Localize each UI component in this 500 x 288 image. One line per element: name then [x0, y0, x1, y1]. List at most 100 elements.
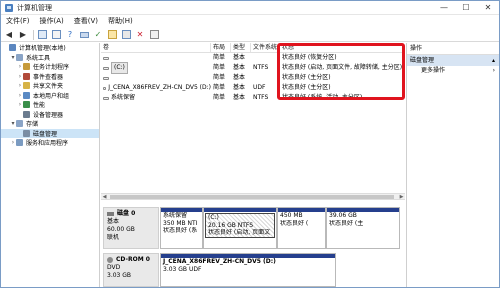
- tree-node-icon: [9, 44, 16, 52]
- actions-header: 操作: [407, 43, 499, 55]
- volume-icon: [103, 86, 107, 90]
- volume-layout: 简单: [213, 54, 226, 61]
- tree-item[interactable]: 设备管理器: [1, 110, 99, 120]
- tree-item-label: 本地用户和组: [33, 92, 70, 100]
- volume-icon: [103, 76, 109, 80]
- horizontal-scrollbar[interactable]: ◀ ▶: [101, 193, 405, 200]
- disk-0-state: 联机: [107, 234, 120, 241]
- volume-type: 基本: [233, 74, 246, 81]
- more-actions-item[interactable]: 更多操作 ›: [407, 66, 499, 76]
- collapse-icon[interactable]: ▴: [492, 55, 495, 66]
- menu-file[interactable]: 文件(F): [1, 16, 35, 26]
- volume-name-cell: J_CENA_X86FREV_ZH-CN_DV5 (D:): [101, 83, 211, 93]
- list-icon[interactable]: [120, 29, 132, 40]
- tree-item-label: 系统工具: [26, 54, 51, 62]
- partition-status: 状态良好 (启动, 页面文: [208, 229, 271, 236]
- partition-status: 状态良好 (系: [163, 227, 198, 234]
- tree-item[interactable]: › 服务和应用程序: [1, 138, 99, 148]
- tree-item[interactable]: › 共享文件夹: [1, 81, 99, 91]
- disk-icon[interactable]: [78, 29, 90, 40]
- properties-icon[interactable]: [50, 29, 62, 40]
- forward-arrow-icon[interactable]: ▶: [17, 29, 29, 40]
- actions-section-disk-management[interactable]: 磁盘管理 ▴: [407, 55, 499, 66]
- more-actions-label: 更多操作: [421, 67, 446, 74]
- tree-node-icon: [23, 110, 30, 118]
- tree-item-label: 计算机管理(本地): [19, 45, 66, 53]
- actions-pane: 操作 磁盘管理 ▴ 更多操作 ›: [406, 43, 499, 287]
- tree-node-icon: [16, 120, 23, 128]
- disk-graphic-area: 磁盘 0 基本 60.00 GB 联机 系统保留 350 MB NTI 状态良好…: [101, 205, 405, 287]
- cdrom-0-kind: DVD: [107, 264, 121, 271]
- partition-c-body: (C:) 20.16 GB NTFS 状态良好 (启动, 页面文: [205, 213, 275, 238]
- tree-item[interactable]: ▾ 系统工具: [1, 53, 99, 63]
- delete-icon[interactable]: ✕: [134, 29, 146, 40]
- tree-item[interactable]: › 本地用户和组: [1, 91, 99, 101]
- disk-0-title: 磁盘 0: [117, 210, 136, 217]
- computer-management-window: 计算机管理 — ☐ ✕ 文件(F) 操作(A) 查看(V) 帮助(H) ◀ ▶ …: [0, 0, 500, 288]
- partition-unlabeled[interactable]: 39.06 GB 状态良好 (主: [326, 207, 400, 249]
- console-tree-icon[interactable]: [36, 29, 48, 40]
- toolbar-separator: [33, 29, 34, 40]
- volume-type: 基本: [233, 94, 246, 101]
- tree-item-label: 共享文件夹: [33, 83, 64, 91]
- close-button[interactable]: ✕: [477, 1, 499, 15]
- maximize-button[interactable]: ☐: [455, 1, 477, 15]
- scroll-thumb[interactable]: [110, 195, 394, 199]
- partition-size: 3.03 GB UDF: [163, 265, 202, 273]
- menu-action[interactable]: 操作(A): [35, 16, 69, 26]
- disk-0-label[interactable]: 磁盘 0 基本 60.00 GB 联机: [103, 207, 159, 249]
- check-icon[interactable]: ✓: [92, 29, 104, 40]
- volume-icon: [103, 56, 109, 60]
- tree-node-icon: [16, 139, 23, 147]
- column-filesystem[interactable]: 文件系统: [251, 43, 280, 52]
- settings-icon[interactable]: [148, 29, 160, 40]
- volume-type: 基本: [233, 64, 246, 71]
- tree-node-icon: [23, 101, 30, 109]
- volume-name: (C:): [111, 62, 128, 74]
- scroll-left-icon[interactable]: ◀: [101, 194, 108, 200]
- menu-help[interactable]: 帮助(H): [103, 16, 138, 26]
- volume-layout: 简单: [213, 84, 226, 91]
- navigation-tree: 计算机管理(本地) ▾ 系统工具 › 任务计划程序 › 事件查看器 › 共享文件夹 › 本地用户和组…: [1, 43, 100, 287]
- tree-node-icon: [16, 53, 23, 61]
- tree-item[interactable]: 计算机管理(本地): [1, 43, 99, 53]
- tree-item[interactable]: › 事件查看器: [1, 72, 99, 82]
- computer-management-icon: [5, 3, 13, 12]
- scroll-right-icon[interactable]: ▶: [398, 194, 405, 200]
- column-volume[interactable]: 卷: [101, 43, 211, 52]
- volume-layout: 简单: [213, 74, 226, 81]
- tree-item[interactable]: 磁盘管理: [1, 128, 99, 138]
- window-controls: — ☐ ✕: [433, 1, 499, 15]
- tree-node-icon: [23, 91, 30, 99]
- partition-system-reserved[interactable]: 系统保留 350 MB NTI 状态良好 (系: [160, 207, 203, 249]
- disk-0-size: 60.00 GB: [107, 226, 135, 233]
- column-layout[interactable]: 布局: [211, 43, 231, 52]
- disk-management-pane: 卷 布局 类型 文件系统 状态 简单 基本 状态良好 (恢复分区) (C:) 简单 基本 N…: [101, 43, 405, 287]
- partition-c[interactable]: (C:) 20.16 GB NTFS 状态良好 (启动, 页面文: [203, 207, 277, 249]
- tree-item[interactable]: › 性能: [1, 100, 99, 110]
- tree-item[interactable]: › 任务计划程序: [1, 62, 99, 72]
- partition-name: 系统保留: [163, 212, 188, 219]
- tree-item-label: 存储: [26, 121, 39, 129]
- volume-type: 基本: [233, 84, 246, 91]
- partition-d-dvd[interactable]: J_CENA_X86FREV_ZH-CN_DV5 (D:) 3.03 GB UD…: [160, 253, 336, 287]
- cdrom-0-title: CD-ROM 0: [116, 256, 150, 263]
- cdrom-0-label[interactable]: CD-ROM 0 DVD 3.03 GB: [103, 253, 159, 287]
- minimize-button[interactable]: —: [433, 1, 455, 15]
- volume-name: J_CENA_X86FREV_ZH-CN_DV5 (D:): [108, 84, 211, 91]
- tree-node-icon: [23, 82, 30, 90]
- tree-node-icon: [23, 63, 30, 71]
- tree-item[interactable]: ▾ 存储: [1, 119, 99, 129]
- tree-node-icon: [23, 72, 30, 80]
- column-type[interactable]: 类型: [231, 43, 251, 52]
- volume-layout: 简单: [213, 94, 226, 101]
- status-highlight-box: [277, 43, 405, 100]
- volume-type: 基本: [233, 54, 246, 61]
- help-icon[interactable]: ?: [64, 29, 76, 40]
- back-arrow-icon[interactable]: ◀: [3, 29, 15, 40]
- partition-recovery[interactable]: 450 MB 状态良好 (: [277, 207, 326, 249]
- grid-icon[interactable]: [106, 29, 118, 40]
- volume-filesystem: UDF: [253, 84, 266, 91]
- partition-size: 20.16 GB NTFS: [208, 221, 254, 229]
- menu-view[interactable]: 查看(V): [69, 16, 103, 26]
